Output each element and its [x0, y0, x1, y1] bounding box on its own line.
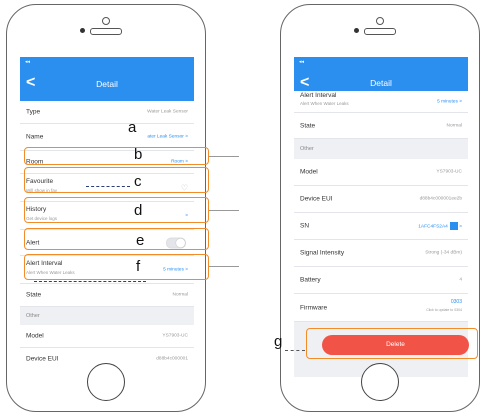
model-value: YS7903-UC — [436, 169, 462, 175]
left-screen: ◂◂ < Detail Type Water Leak Sensor Name … — [20, 57, 194, 369]
history-row[interactable]: History Get device logs > — [20, 202, 194, 230]
room-leader-line — [209, 156, 239, 157]
history-label: History — [26, 206, 47, 213]
state-label: State — [300, 122, 316, 129]
other-group-label: Other — [300, 146, 314, 152]
name-row[interactable]: Name ater Leak Sensor > — [20, 124, 194, 151]
page-title: Detail — [370, 78, 392, 88]
alert-interval-label: Alert Interval — [26, 260, 63, 267]
alert-interval-row[interactable]: Alert Interval Alert When Water Leaks 5 … — [294, 91, 468, 113]
chevron-right-icon: > — [185, 213, 188, 218]
state-row: State Normal — [20, 284, 194, 307]
alert-interval-dashed-leader — [34, 281, 146, 282]
state-row: State Normal — [294, 113, 468, 139]
alert-interval-value: 5 minutes > — [437, 99, 462, 104]
model-value: YS7903-UC — [162, 333, 188, 339]
alert-interval-sub: Alert When Water Leaks — [300, 101, 349, 106]
chevron-right-icon: > — [459, 224, 462, 230]
name-label: Name — [26, 133, 44, 141]
model-label: Model — [26, 332, 44, 340]
sn-row[interactable]: SN 1AFC4FS2A4 > — [294, 213, 468, 240]
annotation-b: b — [134, 146, 143, 163]
qr-code-icon[interactable] — [449, 222, 458, 230]
signal-intensity-row: Signal Intensity Strong (-34 dBm) — [294, 240, 468, 267]
delete-dashed-leader — [285, 350, 305, 351]
annotation-c: c — [134, 173, 142, 190]
favourite-sub: Will show in fav — [26, 188, 58, 193]
page-title: Detail — [96, 79, 118, 89]
favourite-row[interactable]: Favourite Will show in fav ♡ — [20, 174, 194, 202]
annotation-a: a — [128, 119, 137, 136]
type-label: Type — [26, 108, 41, 116]
right-screen: ◂◂ < Detail Alert Interval Alert When Wa… — [294, 57, 468, 377]
alert-interval-leader-line — [209, 266, 239, 267]
state-value: Normal — [172, 292, 188, 298]
model-label: Model — [300, 168, 318, 176]
model-row: Model YS7903-UC — [294, 159, 468, 186]
battery-label: Battery — [300, 276, 321, 284]
alert-toggle[interactable] — [166, 237, 186, 248]
alert-row: Alert — [20, 230, 194, 256]
room-value: Room > — [171, 159, 188, 165]
firmware-update-hint[interactable]: Click to update to 0304 — [426, 308, 462, 312]
annotation-d: d — [134, 202, 143, 219]
device-eui-value: d88b4c000001ee2b — [419, 196, 462, 202]
annotation-e: e — [136, 232, 145, 249]
speaker-slot-icon — [364, 28, 396, 35]
state-label: State — [26, 291, 42, 299]
signal-icon: ◂◂ — [25, 59, 31, 65]
state-value: Normal — [446, 123, 462, 128]
other-group-header: Other — [294, 139, 468, 159]
room-row[interactable]: Room Room > — [20, 151, 194, 174]
firmware-row[interactable]: Firmware 0303 Click to update to 0304 — [294, 294, 468, 322]
sn-value-group: 1AFC4FS2A4 > — [418, 222, 462, 230]
other-group-label: Other — [26, 313, 40, 319]
battery-value: 4 — [459, 277, 462, 283]
room-label: Room — [26, 158, 44, 166]
history-leader-line — [209, 210, 239, 211]
alert-interval-value: 5 minutes > — [163, 267, 188, 272]
model-row: Model YS7903-UC — [20, 325, 194, 348]
device-eui-label: Device EUI — [26, 355, 59, 363]
sn-label: SN — [300, 222, 310, 230]
home-button[interactable] — [361, 363, 399, 401]
home-button[interactable] — [87, 363, 125, 401]
front-camera-icon — [376, 17, 384, 25]
signal-icon: ◂◂ — [299, 59, 305, 65]
app-bar: ◂◂ < Detail — [20, 57, 194, 101]
favourite-dashed-leader — [86, 186, 130, 187]
signal-intensity-value: Strong (-34 dBm) — [425, 250, 462, 256]
battery-row: Battery 4 — [294, 267, 468, 294]
alert-label: Alert — [26, 239, 40, 246]
delete-button[interactable]: Delete — [322, 335, 469, 355]
favourite-label: Favourite — [26, 178, 54, 185]
device-eui-value: d88b4c000001 — [156, 356, 188, 362]
other-group-header: Other — [20, 307, 194, 325]
left-phone-frame: ◂◂ < Detail Type Water Leak Sensor Name … — [6, 4, 206, 412]
alert-interval-label: Alert Interval — [300, 92, 337, 99]
name-value: ater Leak Sensor > — [147, 134, 188, 140]
alert-interval-row[interactable]: Alert Interval Alert When Water Leaks 5 … — [20, 256, 194, 284]
type-value: Water Leak Sensor — [147, 109, 188, 115]
device-eui-label: Device EUI — [300, 195, 333, 203]
device-eui-row: Device EUI d88b4c000001ee2b — [294, 186, 468, 213]
alert-interval-sub: Alert When Water Leaks — [26, 270, 75, 275]
signal-intensity-label: Signal Intensity — [300, 249, 345, 257]
annotation-f: f — [136, 258, 141, 275]
annotation-g: g — [274, 333, 283, 350]
toggle-knob — [176, 238, 185, 247]
firmware-label: Firmware — [300, 304, 328, 311]
sn-value: 1AFC4FS2A4 — [418, 224, 448, 230]
type-row: Type Water Leak Sensor — [20, 101, 194, 124]
sensor-dot-icon — [354, 28, 359, 33]
speaker-slot-icon — [90, 28, 122, 35]
sensor-dot-icon — [80, 28, 85, 33]
front-camera-icon — [102, 17, 110, 25]
history-sub: Get device logs — [26, 216, 58, 221]
firmware-value: 0303 — [450, 299, 462, 305]
heart-icon[interactable]: ♡ — [181, 183, 188, 192]
